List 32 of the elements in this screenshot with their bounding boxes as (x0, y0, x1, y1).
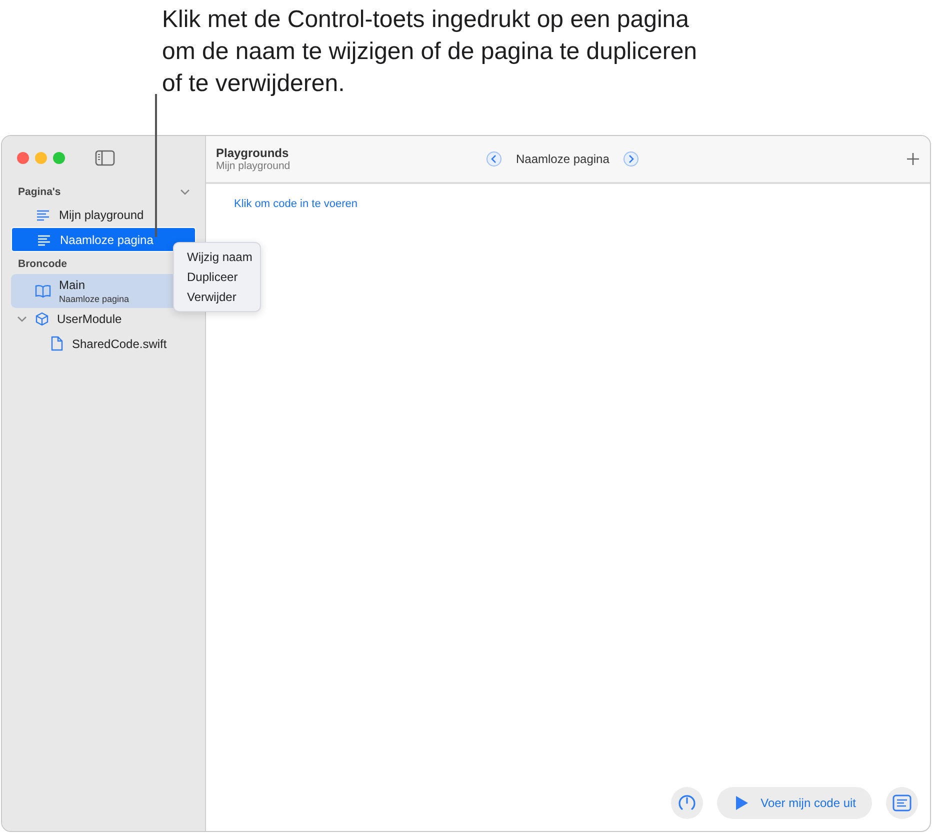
sidebar-toggle-icon[interactable] (95, 150, 115, 166)
document-icon (51, 336, 63, 351)
text-lines-icon (36, 208, 50, 220)
sidebar-item[interactable]: Naamloze pagina (11, 227, 196, 252)
next-page-icon[interactable] (623, 151, 640, 167)
chevron-down-icon[interactable] (17, 315, 27, 323)
callout-text: Klik met de Control-toets ingedrukt op een pagina om de naam te wijzigen of de pagina te dupliceren of te verwijderen. (162, 5, 698, 99)
window-subtitle: Mijn playground (216, 160, 292, 172)
add-icon[interactable] (906, 152, 920, 166)
gauge-icon (676, 793, 697, 813)
sidebar-item[interactable]: SharedCode.swift (11, 330, 196, 357)
sidebar-item[interactable]: UserModule (11, 308, 196, 330)
window-title: Playgrounds (216, 146, 290, 160)
chevron-down-icon[interactable] (180, 188, 190, 196)
previous-page-icon[interactable] (486, 151, 502, 167)
section-header: Pagina's (18, 186, 61, 198)
text-box-icon (892, 794, 912, 812)
results-button[interactable] (886, 787, 918, 819)
cube-icon (35, 312, 49, 326)
play-icon (734, 795, 749, 811)
item-label: Main (59, 278, 86, 292)
item-subtitle: Naamloze pagina (59, 294, 130, 304)
item-label: UserModule (57, 312, 122, 326)
run-button[interactable]: Voer mijn code uit (716, 787, 872, 819)
close-button[interactable] (17, 152, 29, 164)
page-title: Naamloze pagina (516, 152, 610, 166)
text-lines-icon (37, 234, 51, 246)
sidebar-item[interactable]: Mijn playground (11, 202, 196, 227)
book-icon (35, 284, 51, 298)
code-placeholder[interactable]: Klik om code in te voeren (234, 198, 358, 210)
speed-button[interactable] (670, 787, 703, 819)
section-header: Broncode (18, 258, 68, 270)
